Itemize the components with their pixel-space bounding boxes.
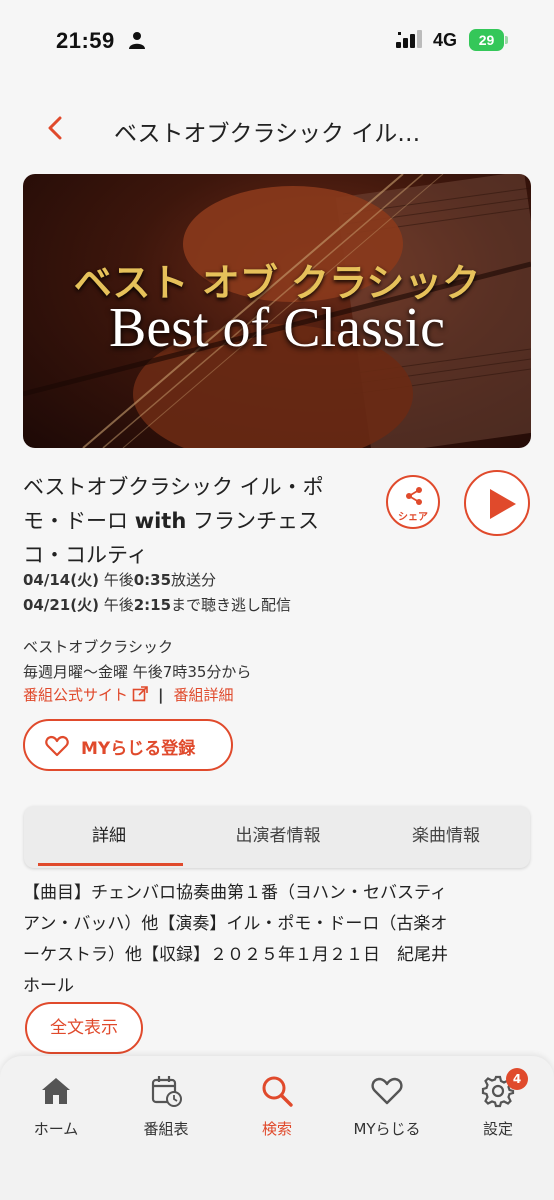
program-title-line: モ・ドーロ with フランチェス: [23, 504, 363, 538]
signal-icon: [396, 30, 422, 48]
hero-english-title: Best of Classic: [109, 297, 445, 359]
person-icon: [129, 32, 145, 49]
description-line: ホール: [23, 976, 74, 996]
nav-search[interactable]: 検索: [227, 1074, 327, 1144]
program-title: ベストオブクラシック イル・ポ モ・ドーロ with フランチェス コ・コルティ: [23, 470, 363, 572]
bottom-navigation: ホーム 番組表 検索 MYらじる 4 設定: [0, 1056, 554, 1200]
heart-icon: [371, 1077, 403, 1105]
streaming-deadline: 04/21(火) 午後2:15まで聴き逃し配信: [23, 594, 291, 615]
share-label: シェア: [398, 512, 428, 523]
heart-icon: [45, 735, 69, 757]
search-icon: [262, 1076, 293, 1107]
nav-search-label: 検索: [261, 1120, 292, 1138]
deadline-date-value: 04/21(火): [23, 596, 99, 614]
my-register-label: MYらじる登録: [81, 739, 196, 759]
battery-level: 29: [469, 29, 504, 51]
deadline-time-prefix: 午後: [98, 596, 134, 614]
battery-indicator: 29: [469, 29, 509, 51]
share-button[interactable]: シェア: [386, 475, 440, 529]
official-site-link[interactable]: 番組公式サイト: [23, 686, 148, 704]
show-full-text-button[interactable]: 全文表示: [25, 1002, 143, 1054]
broadcast-date: 04/14(火) 午後0:35放送分: [23, 569, 216, 590]
program-title-line: ベストオブクラシック イル・ポ: [23, 475, 324, 499]
active-tab-indicator: [38, 863, 183, 866]
nav-settings[interactable]: 4 設定: [448, 1068, 548, 1144]
tab-details[interactable]: 詳細: [24, 806, 194, 868]
program-description: 【曲目】チェンバロ協奏曲第１番（ヨハン・セバスティ アン・バッハ）他【演奏】イル…: [23, 878, 533, 1002]
program-links: 番組公式サイト | 番組詳細: [23, 684, 234, 705]
nav-my-radiru[interactable]: MYらじる: [337, 1074, 437, 1144]
program-title-part: with: [134, 509, 187, 533]
home-icon: [42, 1078, 70, 1104]
nav-settings-label: 設定: [482, 1120, 513, 1138]
series-name: ベストオブクラシック: [23, 638, 174, 656]
tab-performers[interactable]: 出演者情報: [194, 806, 362, 868]
program-details-link[interactable]: 番組詳細: [174, 686, 234, 704]
description-line: アン・バッハ）他【演奏】イル・ポモ・ドーロ（古楽オ: [23, 914, 448, 934]
clock-time: 21:59: [56, 28, 115, 53]
tab-music[interactable]: 楽曲情報: [362, 806, 530, 868]
description-line: ーケストラ）他【収録】２０２５年１月２１日 紀尾井: [23, 945, 448, 965]
nav-home-label: ホーム: [33, 1120, 79, 1138]
nav-my-radiru-label: MYらじる: [353, 1120, 421, 1138]
link-separator: |: [158, 686, 164, 704]
external-link-icon: [132, 686, 148, 702]
nav-schedule-label: 番組表: [143, 1120, 189, 1138]
nav-schedule[interactable]: 番組表: [116, 1074, 216, 1144]
detail-tabs: 詳細 出演者情報 楽曲情報: [24, 806, 530, 868]
back-button[interactable]: [40, 112, 72, 144]
network-label: 4G: [433, 30, 458, 50]
deadline-time-value: 2:15: [133, 596, 172, 614]
program-title-part: モ・ドーロ: [23, 509, 135, 533]
broadcast-date-value: 04/14(火): [23, 571, 99, 589]
program-title-part: フランチェス: [186, 509, 319, 533]
official-site-label: 番組公式サイト: [23, 686, 129, 704]
program-title-line: コ・コルティ: [23, 543, 148, 567]
my-register-button[interactable]: MYらじる登録: [23, 719, 233, 771]
play-button[interactable]: [464, 470, 530, 536]
broadcast-schedule: 毎週月曜～金曜 午後7時35分から: [23, 663, 252, 681]
status-bar: 21:59 4G 29: [0, 0, 554, 86]
description-line: 【曲目】チェンバロ協奏曲第１番（ヨハン・セバスティ: [23, 883, 447, 903]
broadcast-time-value: 0:35: [133, 571, 172, 589]
nav-home[interactable]: ホーム: [6, 1074, 106, 1144]
broadcast-time-prefix: 午後: [98, 571, 134, 589]
deadline-suffix: まで聴き逃し配信: [171, 596, 292, 614]
page-title: ベストオブクラシック イル…: [114, 121, 421, 147]
battery-tip: [505, 36, 508, 44]
play-icon: [490, 489, 516, 519]
program-hero-image: ベスト オブ クラシック Best of Classic: [23, 174, 531, 448]
page-header: ベストオブクラシック イル…: [0, 100, 554, 156]
notification-badge: 4: [506, 1068, 528, 1090]
share-icon: [406, 487, 422, 505]
calendar-icon: [151, 1076, 182, 1107]
broadcast-suffix: 放送分: [171, 571, 217, 589]
